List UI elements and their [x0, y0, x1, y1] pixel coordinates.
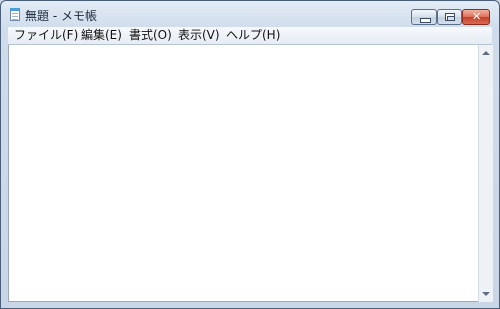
menu-format[interactable]: 書式(O) — [129, 28, 172, 43]
notepad-window: 無題 - メモ帳 ✕ ファイル(F) 編集(E) 書式(O) 表示(V) ヘルプ… — [0, 0, 500, 309]
scroll-up-icon[interactable] — [482, 51, 490, 55]
menu-bar: ファイル(F) 編集(E) 書式(O) 表示(V) ヘルプ(H) — [8, 27, 492, 45]
menu-file[interactable]: ファイル(F) — [14, 28, 78, 43]
menu-help[interactable]: ヘルプ(H) — [226, 28, 280, 43]
vertical-scrollbar[interactable] — [478, 45, 493, 302]
title-bar[interactable]: 無題 - メモ帳 ✕ — [1, 1, 499, 27]
notepad-icon[interactable] — [10, 8, 20, 21]
minimize-button[interactable] — [411, 9, 437, 25]
close-icon: ✕ — [472, 10, 482, 23]
maximize-icon — [445, 13, 455, 21]
minimize-icon — [420, 18, 431, 23]
menu-view[interactable]: 表示(V) — [178, 28, 220, 43]
menu-edit[interactable]: 編集(E) — [81, 28, 122, 43]
maximize-button[interactable] — [437, 9, 462, 25]
text-editor[interactable] — [8, 45, 479, 302]
close-button[interactable]: ✕ — [462, 9, 490, 25]
scroll-down-icon[interactable] — [482, 292, 490, 296]
window-title: 無題 - メモ帳 — [25, 9, 97, 23]
